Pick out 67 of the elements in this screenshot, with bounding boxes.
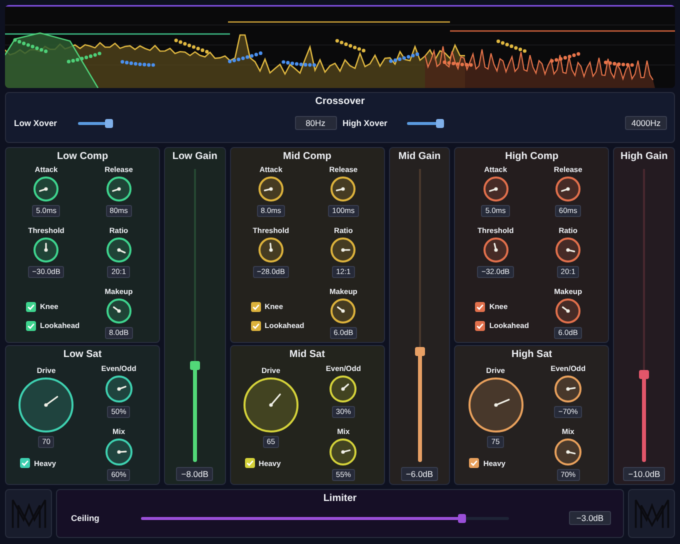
checkbox[interactable] [469, 458, 480, 468]
panel-title: High Gain [620, 150, 668, 163]
knob[interactable] [33, 176, 60, 202]
slider[interactable] [406, 118, 444, 128]
value-readout: −3.0dB [569, 511, 611, 525]
knob[interactable] [330, 176, 356, 202]
slider-label: Ceiling [71, 513, 100, 523]
value-readout: 4000Hz [625, 116, 667, 130]
knob[interactable] [106, 176, 132, 202]
panel-title: Low Comp [56, 150, 110, 163]
checkbox[interactable] [26, 302, 36, 312]
panel-title: Mid Comp [282, 150, 332, 163]
checkbox[interactable] [250, 302, 261, 312]
slider-label: High Xover [342, 118, 388, 128]
slider-handle[interactable] [105, 118, 114, 128]
knob[interactable] [106, 237, 132, 263]
knob[interactable] [329, 438, 358, 466]
knob[interactable] [468, 377, 524, 433]
knob[interactable] [555, 237, 582, 263]
logo-icon [10, 498, 46, 529]
knob[interactable] [555, 176, 582, 202]
panel-title: Crossover [314, 95, 366, 108]
checkbox[interactable] [26, 320, 36, 330]
panel-title: Mid Sat [288, 348, 326, 361]
slider-handle[interactable] [414, 346, 424, 356]
slider-handle[interactable] [436, 118, 444, 128]
slider-handle[interactable] [190, 361, 200, 370]
knob[interactable] [242, 377, 299, 433]
knob[interactable] [18, 377, 74, 433]
logo-icon [634, 498, 670, 529]
panel-title: High Comp [504, 150, 560, 163]
panel-title: Low Gain [172, 150, 218, 163]
knob[interactable] [104, 375, 133, 403]
knob[interactable] [33, 237, 60, 263]
slider-handle[interactable] [458, 514, 466, 522]
checkbox[interactable] [475, 320, 486, 330]
value-readout: −10.0dB [623, 467, 666, 481]
knob[interactable] [258, 176, 284, 202]
panel-title: Mid Gain [398, 150, 441, 163]
knob[interactable] [106, 298, 132, 324]
knob[interactable] [482, 237, 509, 263]
knob[interactable] [555, 298, 582, 324]
slider[interactable] [190, 169, 200, 462]
checkbox[interactable] [475, 302, 486, 312]
value-readout: 80Hz [294, 116, 336, 130]
checkbox[interactable] [250, 320, 261, 330]
checkbox[interactable] [244, 458, 255, 468]
slider[interactable] [78, 118, 114, 128]
knob[interactable] [104, 438, 133, 466]
panel-title: Low Sat [62, 348, 103, 361]
value-readout: −6.0dB [400, 467, 438, 481]
slider[interactable] [141, 514, 509, 522]
slider-handle[interactable] [639, 370, 650, 380]
slider-label: Low Xover [14, 118, 58, 128]
knob[interactable] [330, 298, 356, 324]
slider[interactable] [639, 169, 650, 462]
value-readout: −8.0dB [176, 467, 214, 481]
knob[interactable] [554, 375, 582, 403]
knob[interactable] [482, 176, 509, 202]
knob[interactable] [554, 438, 582, 466]
slider[interactable] [414, 169, 424, 462]
knob[interactable] [330, 237, 356, 263]
panel-title: Limiter [322, 492, 358, 505]
panel-title: High Sat [510, 348, 554, 361]
knob[interactable] [258, 237, 284, 263]
checkbox[interactable] [20, 458, 30, 468]
knob[interactable] [329, 375, 358, 403]
